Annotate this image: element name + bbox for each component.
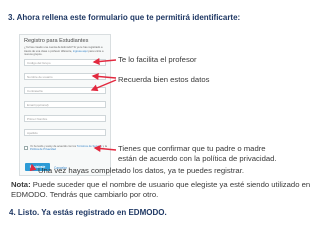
- note-tutor-line1: Tienes que confirmar que tu padre o madr…: [118, 144, 266, 153]
- terms-of-service-link[interactable]: Términos de Servicio: [77, 145, 102, 148]
- login-link[interactable]: ingresa aquí: [73, 50, 88, 53]
- password-field[interactable]: Contraseña: [24, 87, 106, 94]
- note-tutor-line2: están de acuerdo con la política de priv…: [118, 154, 277, 163]
- username-field[interactable]: Nombre de usuario: [24, 73, 106, 80]
- note-tutor: Tienes que confirmar que tu padre o madr…: [118, 144, 277, 164]
- terms-text: Yo he leído y estoy de acuerdo con los T…: [30, 145, 108, 152]
- note-completado: Una vez hayas completado los datos, ya t…: [38, 166, 244, 175]
- note-profesor: Te lo facilita el profesor: [118, 55, 197, 64]
- group-code-field[interactable]: Código del Grupo: [24, 59, 106, 66]
- terms-checkbox[interactable]: [24, 146, 28, 150]
- last-name-field[interactable]: Apellido: [24, 129, 106, 136]
- form-title: Registro para Estudiantes: [24, 38, 89, 44]
- first-name-field[interactable]: Primer Nombre: [24, 115, 106, 122]
- form-intro: ¿Ya has creado una cuenta de Edmodo? Si …: [24, 46, 108, 57]
- nota-label: Nota:: [11, 180, 31, 189]
- terms-mid: y la: [102, 145, 107, 148]
- step-3-heading: 3. Ahora rellena este formulario que te …: [8, 13, 241, 22]
- privacy-policy-link[interactable]: Política de Privacidad: [30, 148, 56, 151]
- student-registration-form: Registro para Estudiantes ¿Ya has creado…: [19, 34, 111, 176]
- slide: 3. Ahora rellena este formulario que te …: [0, 0, 320, 240]
- nota-text: Puede suceder que el nombre de usuario q…: [11, 180, 311, 199]
- note-recuerda: Recuerda bien estos datos: [118, 75, 210, 84]
- email-field[interactable]: Email (opcional): [24, 101, 106, 108]
- step-4-heading: 4. Listo. Ya estás registrado en EDMODO.: [9, 208, 167, 217]
- nota-block: Nota: Puede suceder que el nombre de usu…: [11, 180, 317, 200]
